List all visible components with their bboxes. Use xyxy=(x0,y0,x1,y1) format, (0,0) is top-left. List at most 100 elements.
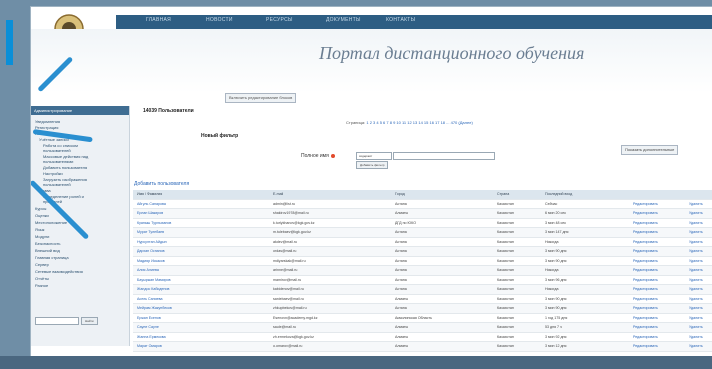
pager-pages[interactable]: 1 2 3 4 5 6 7 8 9 10 11 12 13 14 15 16 1… xyxy=(366,120,457,125)
column-header[interactable]: Город xyxy=(395,192,405,196)
edit-link[interactable]: Редактировать xyxy=(633,306,658,310)
edit-link[interactable]: Редактировать xyxy=(633,268,658,272)
table-cell[interactable]: Мейрам Жакупбеков xyxy=(137,306,172,310)
edit-link[interactable]: Редактировать xyxy=(633,325,658,329)
table-cell[interactable]: Дархан Оспанов xyxy=(137,249,165,253)
column-header[interactable]: Последний вход xyxy=(545,192,572,196)
table-cell: Сейчас xyxy=(545,201,558,206)
table-cell[interactable]: Сауле Сауле xyxy=(137,325,159,329)
nav-item[interactable]: КОНТАКТЫ xyxy=(386,17,415,23)
sidebar-item[interactable]: Безопасность xyxy=(35,241,61,246)
table-cell: Алматы xyxy=(395,334,409,339)
sidebar-item[interactable]: Курсы xyxy=(35,206,46,211)
table-cell: k.turlykhanov@kgk.gov.kz xyxy=(273,220,315,225)
table-row: Мурат Тулебаев m.tulebaev@kgk.gov.kz Астан… xyxy=(133,228,712,238)
delete-link[interactable]: Удалить xyxy=(689,344,703,348)
table-cell: Астана xyxy=(395,287,407,291)
edit-link[interactable]: Редактировать xyxy=(633,202,658,206)
edit-link[interactable]: Редактировать xyxy=(633,211,658,215)
table-cell[interactable]: Жанна Ермекова xyxy=(137,335,166,339)
column-header[interactable]: Страна xyxy=(497,192,509,196)
column-header[interactable]: Имя / Фамилия xyxy=(137,192,162,196)
pager-next[interactable]: (Далее) xyxy=(458,120,472,125)
sidebar-item[interactable]: пользователей xyxy=(43,148,71,153)
delete-link[interactable]: Удалить xyxy=(689,230,703,234)
delete-link[interactable]: Удалить xyxy=(689,240,703,244)
edit-link[interactable]: Редактировать xyxy=(633,278,658,282)
filter-field-label: Полное имя xyxy=(301,153,335,159)
table-cell[interactable]: Куаныш Турлыханов xyxy=(137,221,171,225)
table-cell[interactable]: Марат Омаров xyxy=(137,344,162,348)
sidebar-item[interactable]: Разное xyxy=(35,283,48,288)
table-cell[interactable]: Мурат Тулебаев xyxy=(137,230,164,234)
delete-link[interactable]: Удалить xyxy=(689,211,703,215)
table-cell[interactable]: Бауыржан Мамиров xyxy=(137,278,171,282)
table-cell: Никогда xyxy=(545,239,559,244)
delete-link[interactable]: Удалить xyxy=(689,221,703,225)
table-cell[interactable]: Нурсултан Айдын xyxy=(137,240,167,244)
sidebar-item[interactable]: Модули xyxy=(35,234,49,239)
table-row: Нурсултан Айдын akdev@mail.ru Астана Казахс… xyxy=(133,238,712,247)
edit-link[interactable]: Редактировать xyxy=(633,287,658,291)
sidebar-item[interactable]: пользователей xyxy=(43,182,71,187)
sidebar-item[interactable]: Внешний вид xyxy=(35,248,60,253)
delete-link[interactable]: Удалить xyxy=(689,335,703,339)
sidebar-item[interactable]: Настройки xyxy=(43,171,63,176)
sidebar-item[interactable]: пользователями xyxy=(43,159,73,164)
help-icon[interactable] xyxy=(330,153,335,158)
delete-link[interactable]: Удалить xyxy=(689,325,703,329)
delete-link[interactable]: Удалить xyxy=(689,268,703,272)
table-cell: Казахстан xyxy=(497,268,514,272)
table-cell[interactable]: Айгуль Сапарова xyxy=(137,202,166,206)
delete-link[interactable]: Удалить xyxy=(689,287,703,291)
filter-operator-select[interactable]: содержит xyxy=(356,152,392,160)
edit-link[interactable]: Редактировать xyxy=(633,249,658,253)
delete-link[interactable]: Удалить xyxy=(689,278,703,282)
edit-link[interactable]: Редактировать xyxy=(633,297,658,301)
table-cell: Esenovn@academy.mgd.kz xyxy=(273,315,318,320)
delete-link[interactable]: Удалить xyxy=(689,249,703,253)
edit-link[interactable]: Редактировать xyxy=(633,316,658,320)
sidebar-item[interactable]: Добавить пользователя xyxy=(43,165,87,170)
add-user-link[interactable]: Добавить пользователя xyxy=(134,181,189,187)
table-cell: ordas@mail.ru xyxy=(273,249,297,253)
sidebar-item[interactable]: Отчёты xyxy=(35,276,49,281)
slide-accent-bar xyxy=(6,20,13,65)
sidebar-item[interactable]: Сервер xyxy=(35,262,49,267)
table-cell[interactable]: Жандос Кабиденов xyxy=(137,287,169,291)
table-cell[interactable]: Ержан Есенов xyxy=(137,316,161,320)
sidebar-item[interactable]: Уведомления xyxy=(35,119,60,124)
nav-item[interactable]: ГЛАВНАЯ xyxy=(146,17,171,23)
edit-link[interactable]: Редактировать xyxy=(633,240,658,244)
add-filter-button[interactable]: Добавить фильтр xyxy=(356,161,389,169)
sidebar-item[interactable]: Язык xyxy=(35,227,44,232)
advanced-filter-button[interactable]: Показать дополнительные xyxy=(621,145,679,155)
edit-link[interactable]: Редактировать xyxy=(633,230,658,234)
column-header[interactable]: E-mail xyxy=(273,192,283,196)
table-cell[interactable]: Ерлан Шакиров xyxy=(137,211,163,215)
sidebar-item[interactable]: Местоположение xyxy=(35,220,67,225)
table-cell[interactable]: Мадияр Искаков xyxy=(137,259,165,263)
edit-link[interactable]: Редактировать xyxy=(633,221,658,225)
delete-link[interactable]: Удалить xyxy=(689,202,703,206)
nav-item[interactable]: НОВОСТИ xyxy=(206,17,233,23)
delete-link[interactable]: Удалить xyxy=(689,259,703,263)
sidebar-search-input[interactable] xyxy=(35,317,79,325)
edit-link[interactable]: Редактировать xyxy=(633,344,658,348)
edit-blocks-button[interactable]: Включить редактирование блоков xyxy=(225,93,297,103)
top-navigation: ГЛАВНАЯ НОВОСТИ РЕСУРСЫ ДОКУМЕНТЫ КОНТАК… xyxy=(116,15,712,29)
filter-value-input[interactable] xyxy=(393,152,495,160)
sidebar-item[interactable]: Главная страница xyxy=(35,255,69,260)
edit-link[interactable]: Редактировать xyxy=(633,259,658,263)
edit-link[interactable]: Редактировать xyxy=(633,335,658,339)
table-cell[interactable]: Алия Алиева xyxy=(137,268,159,272)
delete-link[interactable]: Удалить xyxy=(689,306,703,310)
table-cell[interactable]: Асель Саниева xyxy=(137,297,163,301)
nav-item[interactable]: ДОКУМЕНТЫ xyxy=(326,17,361,23)
sidebar-item[interactable]: Сетевые взаимодействия xyxy=(35,269,83,274)
delete-link[interactable]: Удалить xyxy=(689,297,703,301)
nav-item[interactable]: РЕСУРСЫ xyxy=(266,17,293,23)
delete-link[interactable]: Удалить xyxy=(689,316,703,320)
sidebar-item[interactable]: Оценки xyxy=(35,213,49,218)
sidebar-search-button[interactable]: Найти xyxy=(81,317,98,325)
